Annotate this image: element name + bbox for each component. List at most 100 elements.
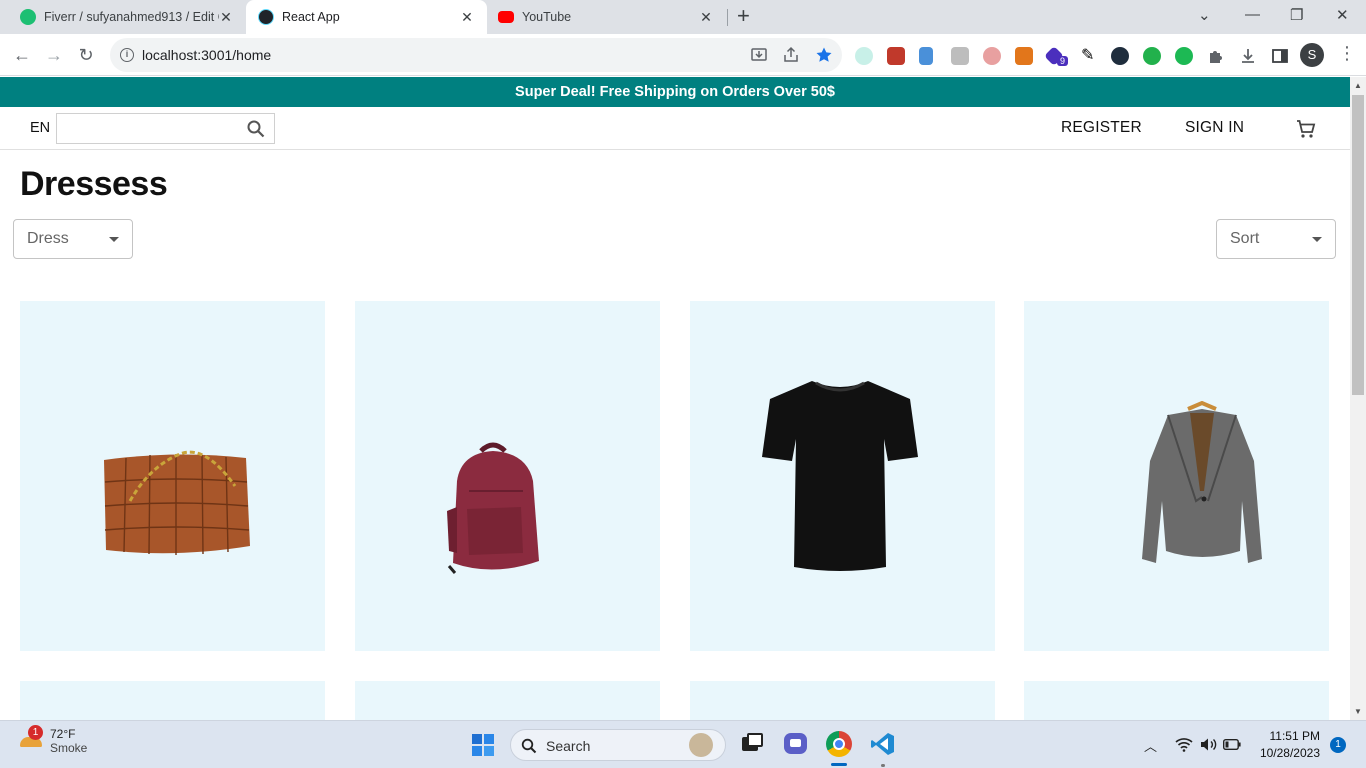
page-scrollbar[interactable]: ▲ ▼	[1350, 77, 1366, 720]
chrome-icon[interactable]	[826, 731, 852, 766]
extension-icon[interactable]	[951, 47, 969, 65]
extension-icon[interactable]	[855, 47, 873, 65]
download-icon[interactable]	[1239, 47, 1257, 65]
category-filter-value: Dress	[27, 230, 69, 247]
search-icon	[521, 738, 537, 754]
side-panel-icon[interactable]	[1271, 47, 1289, 65]
web-page: Super Deal! Free Shipping on Orders Over…	[0, 77, 1350, 720]
notification-badge[interactable]: 1	[1330, 737, 1346, 753]
reload-button[interactable]: ↻	[74, 43, 98, 67]
dropdown-arrow-icon	[1312, 237, 1322, 242]
profile-avatar[interactable]: S	[1300, 43, 1324, 67]
windows-start-icon[interactable]	[471, 733, 495, 757]
product-card[interactable]	[690, 681, 995, 720]
back-button[interactable]: ←	[10, 43, 34, 67]
extension-icon[interactable]	[919, 47, 933, 65]
tote-bag-image	[104, 450, 250, 555]
task-view-icon[interactable]	[740, 731, 766, 757]
extension-icon[interactable]	[1143, 47, 1161, 65]
eyedropper-icon[interactable]: ✎	[1081, 47, 1099, 65]
maximize-button[interactable]: ❐	[1290, 6, 1303, 24]
battery-icon[interactable]	[1223, 739, 1241, 750]
search-highlight-icon	[689, 733, 713, 757]
show-hidden-icons-icon[interactable]: ︿	[1144, 736, 1157, 755]
share-icon[interactable]	[782, 46, 800, 64]
install-icon[interactable]	[750, 46, 768, 64]
tab-title: Fiverr / sufyanahmed913 / Edit G	[44, 10, 219, 24]
tshirt-image	[762, 381, 918, 571]
weather-temperature: 72°F	[50, 727, 76, 741]
address-bar[interactable]: i localhost:3001/home	[110, 38, 842, 72]
product-card[interactable]	[1024, 301, 1329, 651]
extension-icon[interactable]	[1175, 47, 1193, 65]
teams-chat-icon[interactable]	[783, 731, 809, 757]
close-icon[interactable]: ✕	[698, 9, 714, 26]
page-title: Dressess	[20, 165, 168, 203]
language-selector[interactable]: EN	[30, 120, 50, 136]
announcement-bar: Super Deal! Free Shipping on Orders Over…	[0, 77, 1350, 107]
extension-icon[interactable]	[983, 47, 1001, 65]
window-close-button[interactable]: ✕	[1336, 6, 1349, 24]
minimize-button[interactable]: —	[1245, 6, 1260, 23]
blazer-image	[1142, 401, 1262, 563]
sign-in-link[interactable]: SIGN IN	[1185, 119, 1244, 137]
volume-icon[interactable]	[1200, 737, 1218, 752]
weather-widget[interactable]: 1 72°F Smoke	[18, 725, 88, 755]
puzzle-icon[interactable]	[1207, 47, 1225, 65]
youtube-icon	[498, 11, 514, 23]
extension-badge: 9	[1057, 56, 1069, 66]
backpack-image	[447, 442, 539, 574]
scroll-up-icon[interactable]: ▲	[1354, 81, 1362, 90]
fiverr-icon	[20, 9, 36, 25]
metamask-icon[interactable]	[1015, 47, 1033, 65]
clock-time: 11:51 PM	[1269, 729, 1320, 743]
product-card[interactable]	[355, 301, 660, 651]
clock-date: 10/28/2023	[1259, 746, 1320, 760]
weather-icon: 1	[18, 725, 44, 753]
site-navbar: EN REGISTER SIGN IN	[0, 107, 1350, 150]
vscode-icon[interactable]	[870, 731, 896, 767]
announcement-text: Super Deal! Free Shipping on Orders Over…	[515, 84, 835, 100]
search-icon[interactable]	[246, 119, 266, 139]
dropdown-arrow-icon	[109, 237, 119, 242]
category-filter-select[interactable]: Dress	[13, 219, 133, 259]
react-icon	[258, 9, 274, 25]
weather-badge: 1	[28, 725, 43, 740]
register-link[interactable]: REGISTER	[1061, 119, 1142, 137]
weather-condition: Smoke	[50, 741, 88, 755]
browser-toolbar: ← → ↻ i localhost:3001/home 9 ✎ S ⋮	[0, 34, 1366, 76]
close-icon[interactable]: ✕	[459, 9, 475, 26]
product-card[interactable]	[20, 301, 325, 651]
browser-menu-icon[interactable]: ⋮	[1338, 43, 1356, 64]
browser-tabstrip: Fiverr / sufyanahmed913 / Edit G ✕ React…	[0, 0, 1366, 34]
wifi-icon[interactable]	[1175, 737, 1193, 752]
tab-youtube[interactable]: YouTube ✕	[488, 0, 728, 34]
tab-fiverr[interactable]: Fiverr / sufyanahmed913 / Edit G ✕	[12, 0, 246, 34]
url-text[interactable]: localhost:3001/home	[142, 47, 271, 63]
product-card[interactable]	[20, 681, 325, 720]
close-icon[interactable]: ✕	[218, 9, 234, 26]
search-box	[56, 113, 275, 144]
taskbar: 1 72°F Smoke Search ︿ 11:51 PM 10/28/202…	[0, 720, 1366, 768]
forward-button[interactable]: →	[42, 43, 66, 67]
scroll-down-icon[interactable]: ▼	[1354, 707, 1362, 716]
tab-title: React App	[282, 10, 340, 24]
search-input[interactable]	[59, 116, 239, 141]
tab-react-app[interactable]: React App ✕	[246, 0, 487, 34]
product-card[interactable]	[690, 301, 995, 651]
sort-value: Sort	[1230, 230, 1260, 247]
product-card[interactable]	[1024, 681, 1329, 720]
taskbar-search[interactable]: Search	[510, 729, 726, 761]
bookmark-star-icon[interactable]	[815, 46, 833, 64]
shopping-cart-icon[interactable]	[1294, 117, 1318, 141]
product-card[interactable]	[355, 681, 660, 720]
tab-search-icon[interactable]: ⌄	[1198, 6, 1211, 24]
new-tab-button[interactable]: +	[737, 5, 750, 27]
taskbar-search-label: Search	[546, 738, 591, 754]
site-info-icon[interactable]: i	[120, 48, 134, 62]
scrollbar-thumb[interactable]	[1352, 95, 1364, 395]
system-clock[interactable]: 11:51 PM 10/28/2023	[1256, 728, 1320, 762]
sort-select[interactable]: Sort	[1216, 219, 1336, 259]
extension-icon[interactable]	[1111, 47, 1129, 65]
extension-icon[interactable]	[887, 47, 905, 65]
